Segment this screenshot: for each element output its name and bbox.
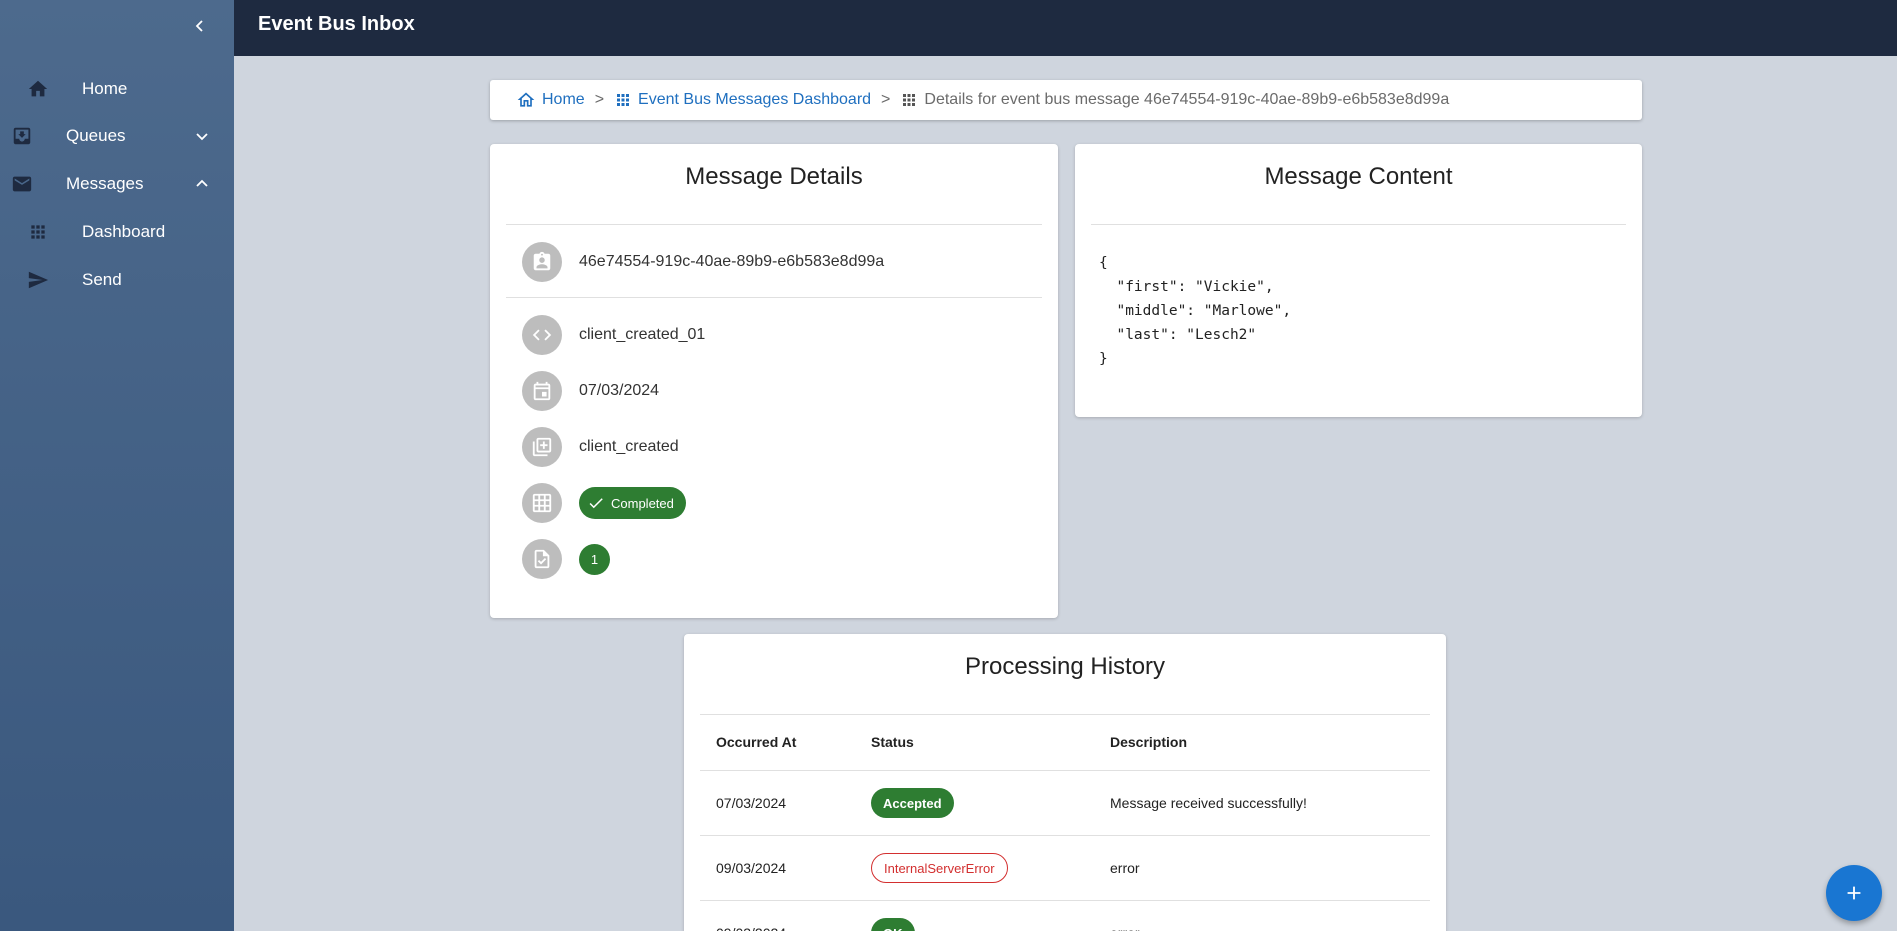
- breadcrumb-dashboard-label[interactable]: Event Bus Messages Dashboard: [638, 91, 871, 109]
- history-table: Occurred At Status Description 07/03/202…: [700, 714, 1430, 931]
- occurred-at-cell: 09/03/2024: [716, 860, 787, 876]
- inbox-icon: [10, 124, 34, 148]
- breadcrumb-dashboard[interactable]: Event Bus Messages Dashboard: [614, 91, 871, 109]
- column-header: Status: [871, 734, 914, 750]
- file-check-icon: [522, 539, 562, 579]
- attempts-count-badge: 1: [579, 543, 610, 575]
- chevron-up-icon: [190, 172, 214, 196]
- chevron-down-icon: [190, 124, 214, 148]
- breadcrumb-home-label[interactable]: Home: [542, 91, 585, 109]
- grid-on-icon: [522, 483, 562, 523]
- table-row: 09/03/2024 InternalServerError error: [700, 836, 1430, 901]
- breadcrumb-separator: >: [881, 91, 891, 108]
- table-header-row: Occurred At Status Description: [700, 714, 1430, 771]
- message-id: 46e74554-919c-40ae-89b9-e6b583e8d99a: [579, 253, 885, 270]
- column-header: Description: [1110, 734, 1188, 750]
- message-details-card: Message Details 46e74554-919c-40ae-89b9-…: [490, 144, 1058, 618]
- status-cell: Accepted: [871, 771, 954, 835]
- sidebar-item-label: Home: [82, 79, 128, 98]
- sidebar-item-messages[interactable]: Messages: [0, 161, 234, 207]
- detail-row-attempts: 1: [522, 539, 610, 579]
- occurred-at-cell: 09/03/2024: [716, 901, 786, 931]
- status-badge: InternalServerError: [871, 853, 1008, 883]
- collapse-sidebar-button[interactable]: [188, 14, 212, 38]
- divider: [506, 224, 1042, 225]
- status-badge: Accepted: [871, 788, 954, 818]
- table-row: 09/03/2024 OK error: [700, 901, 1430, 931]
- detail-row-code: client_created_01: [522, 315, 705, 355]
- divider: [1091, 224, 1626, 225]
- description-cell: Message received successfully!: [1110, 795, 1307, 811]
- grid-icon: [903, 94, 916, 106]
- message-json-content: { "first": "Vickie", "middle": "Marlowe"…: [1099, 255, 1292, 367]
- send-icon: [26, 268, 50, 292]
- status-badge: OK: [871, 918, 915, 931]
- detail-row-date: 07/03/2024: [522, 371, 659, 411]
- processing-history-card: Processing History Occurred At Status De…: [684, 634, 1446, 931]
- grid-icon: [617, 94, 630, 106]
- table-row: 07/03/2024 Accepted Message received suc…: [700, 771, 1430, 836]
- occurred-at-cell: 07/03/2024: [716, 795, 787, 811]
- detail-row-status: Completed: [522, 483, 686, 523]
- chevron-left-icon: [195, 20, 203, 32]
- breadcrumb-current-label: Details for event bus message 46e74554-9…: [924, 91, 1450, 108]
- sidebar-item-label: Queues: [66, 126, 126, 145]
- card-title: Message Content: [1264, 163, 1453, 190]
- plus-icon: [1847, 886, 1861, 900]
- sidebar-item-send[interactable]: Send: [0, 257, 234, 303]
- sidebar-item-label: Send: [82, 270, 122, 289]
- sidebar: Home Queues Messages Dashboard Send: [0, 0, 234, 931]
- library-add-icon: [522, 427, 562, 467]
- status-chip: Completed: [579, 487, 686, 519]
- message-code: client_created_01: [579, 326, 706, 343]
- check-icon: [589, 498, 603, 509]
- breadcrumb: Home > Event Bus Messages Dashboard > De…: [490, 80, 1642, 120]
- grid-icon: [26, 220, 50, 244]
- add-fab-button[interactable]: [1826, 865, 1882, 921]
- detail-row-type: client_created: [522, 427, 679, 467]
- badge-id-icon: [522, 242, 562, 282]
- breadcrumb-separator: >: [594, 91, 605, 108]
- description-cell: error: [1110, 860, 1140, 876]
- card-title: Message Details: [685, 163, 863, 190]
- divider: [506, 297, 1042, 298]
- description-cell: error: [1110, 901, 1140, 931]
- sidebar-item-label: Messages: [66, 174, 144, 193]
- calendar-icon: [522, 371, 562, 411]
- detail-row-id: 46e74554-919c-40ae-89b9-e6b583e8d99a: [522, 242, 884, 282]
- sidebar-item-label: Dashboard: [82, 222, 166, 241]
- code-icon: [522, 315, 562, 355]
- home-outline-icon: [517, 92, 535, 107]
- message-date: 07/03/2024: [579, 382, 660, 399]
- sidebar-item-dashboard[interactable]: Dashboard: [0, 209, 234, 255]
- mail-icon: [10, 172, 34, 196]
- message-type: client_created: [579, 438, 679, 455]
- breadcrumb-current: Details for event bus message 46e74554-9…: [900, 91, 1449, 109]
- status-chip-label: Completed: [611, 495, 674, 511]
- status-cell: InternalServerError: [871, 836, 1008, 900]
- status-cell: OK: [871, 901, 915, 931]
- app-title: Event Bus Inbox: [258, 13, 415, 35]
- top-app-bar: Event Bus Inbox: [234, 0, 1897, 56]
- breadcrumb-home[interactable]: Home: [516, 90, 585, 110]
- card-title: Processing History: [964, 653, 1166, 680]
- home-icon: [26, 77, 50, 101]
- sidebar-item-queues[interactable]: Queues: [0, 113, 234, 159]
- column-header: Occurred At: [716, 734, 797, 750]
- message-content-card: Message Content { "first": "Vickie", "mi…: [1075, 144, 1642, 417]
- sidebar-item-home[interactable]: Home: [0, 66, 234, 112]
